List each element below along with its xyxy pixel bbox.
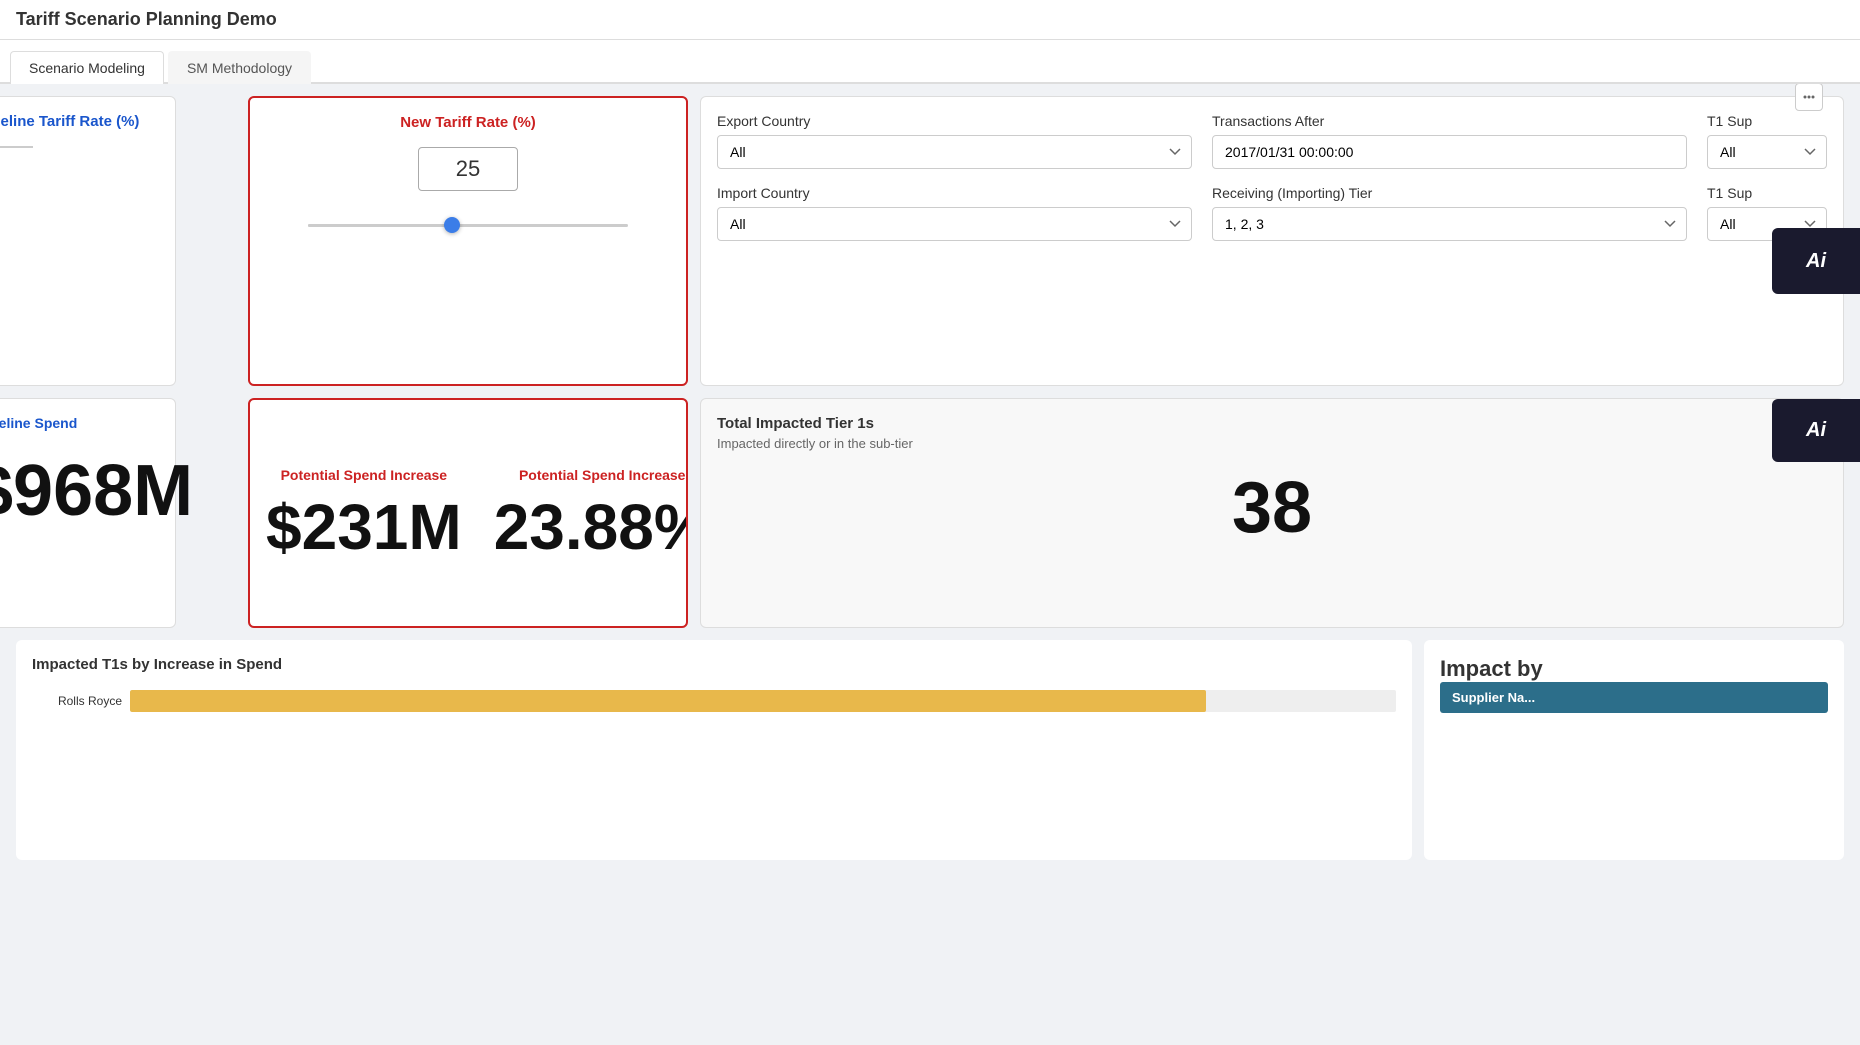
receiving-tier-select[interactable]: 1, 2, 3 bbox=[1212, 207, 1687, 241]
total-impacted-value: 38 bbox=[717, 467, 1827, 549]
main-content: Baseline Tariff Rate (%) New Tariff Rate… bbox=[0, 84, 1860, 1045]
slider-fill bbox=[308, 224, 452, 227]
impact-by-table-header: Supplier Na... bbox=[1440, 682, 1828, 713]
impact-by-title: Impact by bbox=[1440, 656, 1828, 682]
header: Tariff Scenario Planning Demo bbox=[0, 0, 1860, 40]
total-impacted-subtitle: Impacted directly or in the sub-tier bbox=[717, 436, 1827, 451]
t1s-chart-title: Impacted T1s by Increase in Spend bbox=[32, 656, 1396, 673]
potential-spend-card: Potential Spend Increase $231M Potential… bbox=[248, 398, 688, 628]
import-country-select[interactable]: All bbox=[717, 207, 1192, 241]
t1-sup-label-1: T1 Sup bbox=[1707, 113, 1827, 129]
baseline-tariff-title: Baseline Tariff Rate (%) bbox=[0, 113, 159, 130]
filters-grid: Export Country All Transactions After T1… bbox=[717, 113, 1827, 241]
tab-scenario-modeling[interactable]: Scenario Modeling bbox=[10, 51, 164, 84]
bar-label: Rolls Royce bbox=[32, 694, 122, 708]
import-country-label: Import Country bbox=[717, 185, 1192, 201]
total-impacted-card: Total Impacted Tier 1s Impacted directly… bbox=[700, 398, 1844, 628]
baseline-spend-value: $968M bbox=[0, 455, 159, 527]
potential-spend-pct-value: 23.88% bbox=[494, 495, 688, 559]
new-tariff-card: New Tariff Rate (%) bbox=[248, 96, 688, 386]
export-country-filter: Export Country All bbox=[717, 113, 1192, 169]
row3: Impacted T1s by Increase in Spend Rolls … bbox=[16, 640, 1844, 860]
impact-by-card: Impact by Supplier Na... bbox=[1424, 640, 1844, 860]
tabs-bar: Scenario Modeling SM Methodology bbox=[0, 40, 1860, 84]
slider-thumb[interactable] bbox=[444, 217, 460, 233]
row1: Baseline Tariff Rate (%) New Tariff Rate… bbox=[16, 96, 1844, 386]
potential-spend-dollar-title: Potential Spend Increase bbox=[281, 467, 448, 483]
filters-menu-icon[interactable] bbox=[1795, 84, 1823, 111]
page-title: Tariff Scenario Planning Demo bbox=[16, 9, 277, 30]
t1s-chart-card: Impacted T1s by Increase in Spend Rolls … bbox=[16, 640, 1412, 860]
baseline-spend-title: Baseline Spend bbox=[0, 415, 159, 431]
baseline-tariff-card: Baseline Tariff Rate (%) bbox=[0, 96, 176, 386]
export-country-select[interactable]: All bbox=[717, 135, 1192, 169]
baseline-spend-card: Baseline Spend $968M bbox=[0, 398, 176, 628]
ai-badge-1[interactable]: Ai bbox=[1772, 228, 1860, 294]
receiving-tier-label: Receiving (Importing) Tier bbox=[1212, 185, 1687, 201]
tariff-rate-input[interactable] bbox=[418, 147, 518, 191]
import-country-filter: Import Country All bbox=[717, 185, 1192, 241]
app-container: Tariff Scenario Planning Demo Scenario M… bbox=[0, 0, 1860, 1045]
potential-spend-pct-title: Potential Spend Increase bbox=[519, 467, 686, 483]
baseline-tariff-divider bbox=[0, 146, 33, 148]
t1-sup-select-1[interactable]: All bbox=[1707, 135, 1827, 169]
potential-spend-dollar-value: $231M bbox=[266, 495, 462, 559]
total-impacted-title: Total Impacted Tier 1s bbox=[717, 415, 1827, 432]
export-country-label: Export Country bbox=[717, 113, 1192, 129]
t1-sup-label-2: T1 Sup bbox=[1707, 185, 1827, 201]
bar-row-rolls-royce: Rolls Royce bbox=[32, 685, 1396, 717]
slider-track bbox=[308, 224, 628, 227]
transactions-after-label: Transactions After bbox=[1212, 113, 1687, 129]
menu-dots-icon bbox=[1802, 90, 1816, 104]
spend-pct-half: Potential Spend Increase 23.88% bbox=[478, 400, 688, 626]
ai-badge-2[interactable]: Ai bbox=[1772, 399, 1860, 462]
bar-outer bbox=[130, 690, 1396, 712]
transactions-after-input[interactable] bbox=[1212, 135, 1687, 169]
tab-sm-methodology[interactable]: SM Methodology bbox=[168, 51, 311, 84]
bar-chart: Rolls Royce bbox=[32, 685, 1396, 717]
spend-dollar-half: Potential Spend Increase $231M bbox=[250, 400, 478, 626]
t1-sup-filter-1: T1 Sup All bbox=[1707, 113, 1827, 169]
bar-inner bbox=[130, 690, 1206, 712]
filters-card: Export Country All Transactions After T1… bbox=[700, 96, 1844, 386]
receiving-tier-filter: Receiving (Importing) Tier 1, 2, 3 bbox=[1212, 185, 1687, 241]
new-tariff-title: New Tariff Rate (%) bbox=[400, 114, 536, 131]
transactions-after-filter: Transactions After bbox=[1212, 113, 1687, 169]
row2: Baseline Spend $968M Potential Spend Inc… bbox=[16, 398, 1844, 628]
tariff-slider-container bbox=[308, 215, 628, 235]
